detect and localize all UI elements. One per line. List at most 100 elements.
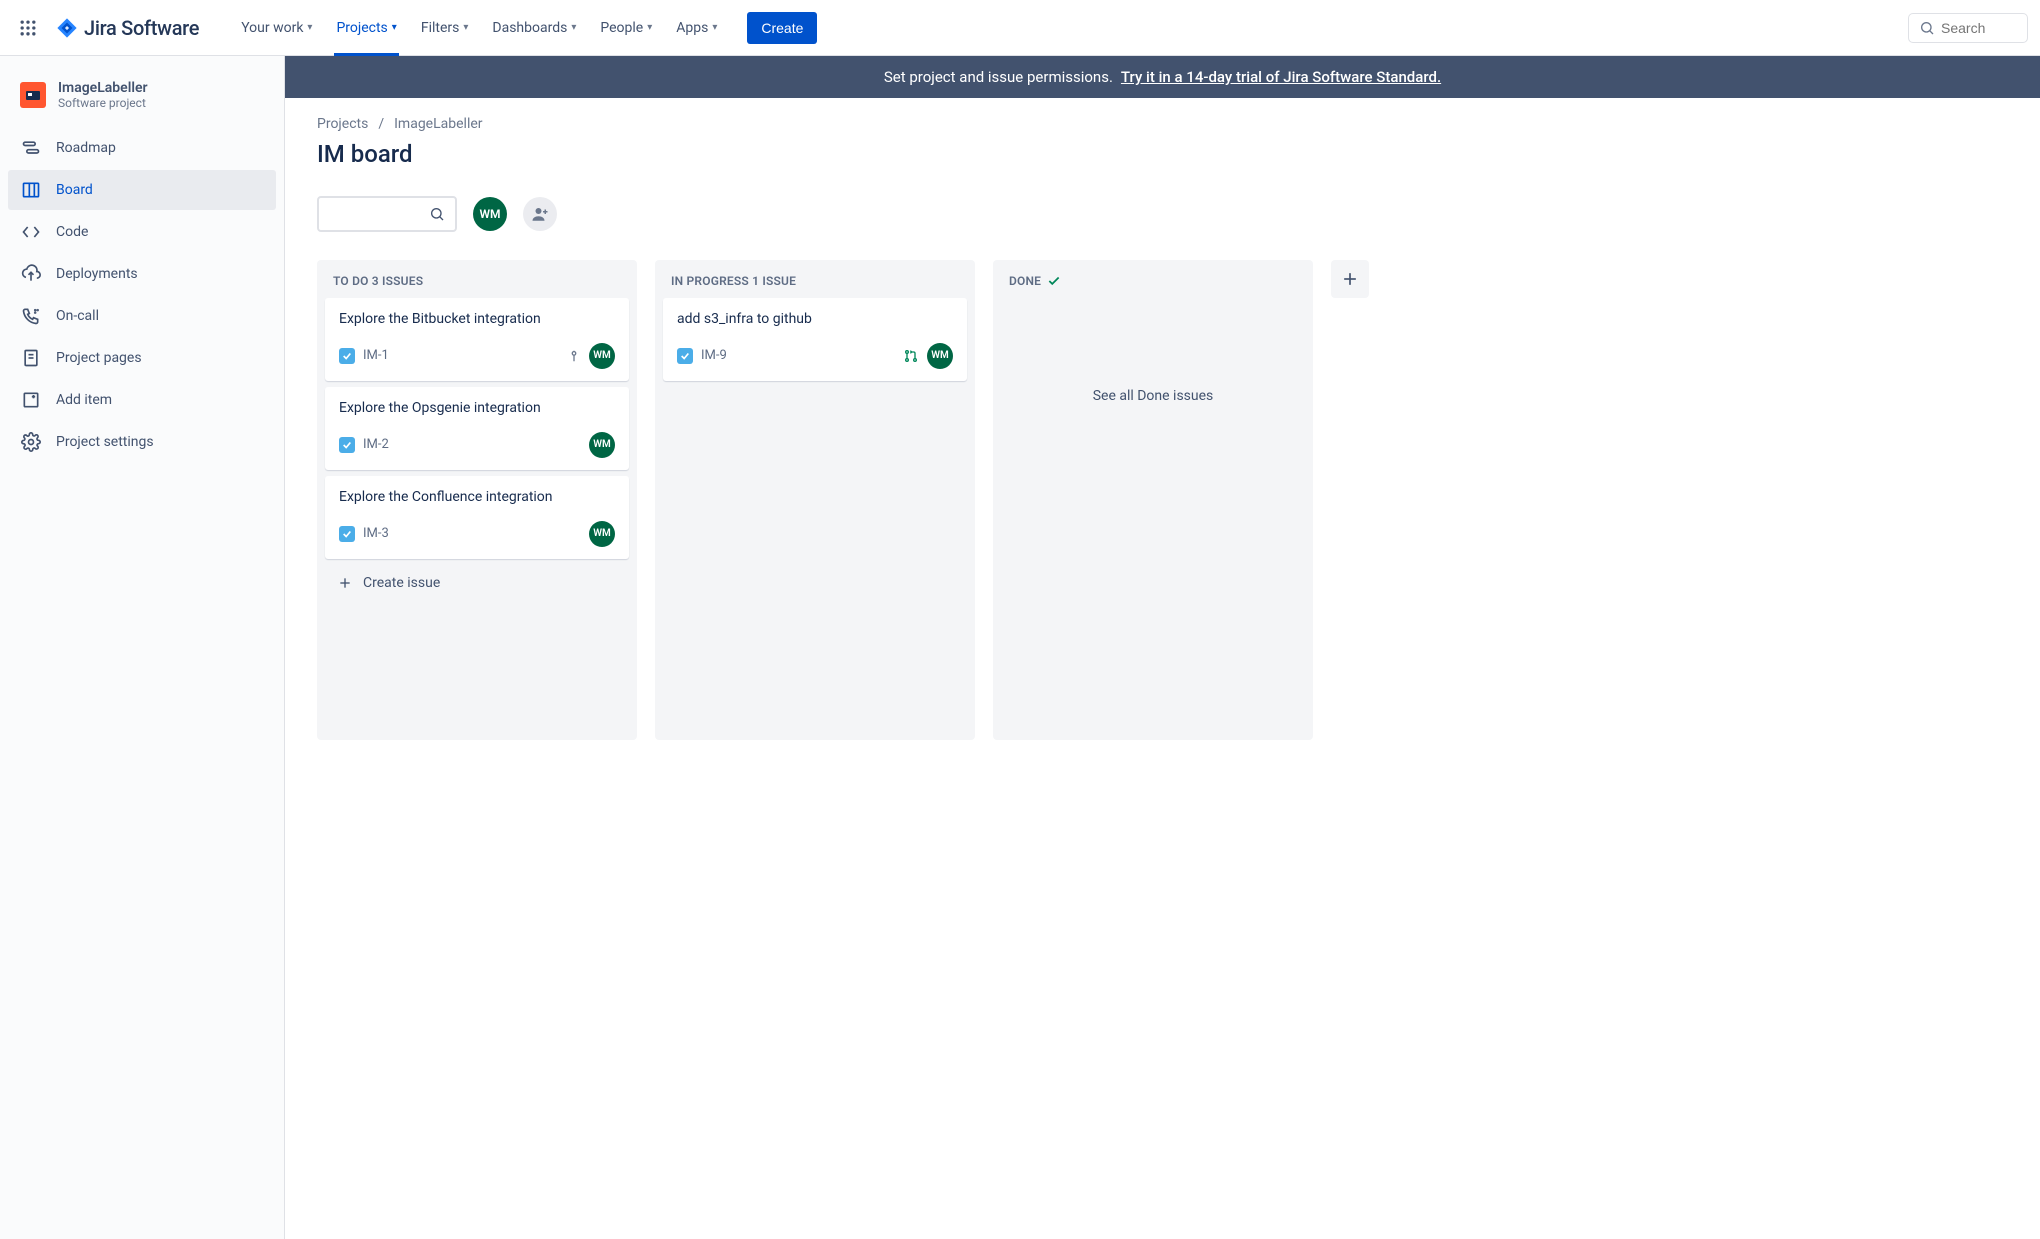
global-search[interactable]	[1908, 13, 2028, 43]
nav-label: Your work	[241, 20, 303, 36]
page-icon	[20, 348, 42, 368]
sidebar-item-label: Project settings	[56, 434, 154, 450]
search-icon	[429, 206, 445, 222]
column-header[interactable]: TO DO 3 ISSUES	[325, 274, 629, 298]
board-search[interactable]	[317, 196, 457, 232]
card-right: WM	[589, 521, 615, 547]
card-key: IM-3	[339, 526, 389, 542]
nav-people[interactable]: People▾	[588, 0, 664, 56]
add-item-icon	[20, 390, 42, 410]
card-title: add s3_infra to github	[677, 310, 953, 329]
sidebar-item-board[interactable]: Board	[8, 170, 276, 210]
chevron-down-icon: ▾	[463, 22, 468, 33]
sidebar-item-project-pages[interactable]: Project pages	[8, 338, 276, 378]
sidebar-item-project-settings[interactable]: Project settings	[8, 422, 276, 462]
task-type-icon	[677, 348, 693, 364]
sidebar-item-label: Deployments	[56, 266, 138, 282]
nav-label: Projects	[336, 20, 387, 36]
issue-card[interactable]: Explore the Opsgenie integration IM-2 WM	[325, 387, 629, 470]
plus-icon	[337, 575, 353, 591]
project-avatar-icon	[25, 89, 41, 101]
app-switcher-button[interactable]	[12, 12, 44, 44]
breadcrumb: Projects / ImageLabeller	[317, 116, 2040, 132]
column-header[interactable]: DONE	[1001, 274, 1305, 298]
topnav-left: Jira Software Your work▾ Projects▾ Filte…	[12, 0, 817, 56]
phone-icon	[20, 306, 42, 326]
sidebar-item-label: Code	[56, 224, 88, 240]
chevron-down-icon: ▾	[647, 22, 652, 33]
issue-card[interactable]: Explore the Confluence integration IM-3 …	[325, 476, 629, 559]
create-button[interactable]: Create	[747, 12, 817, 44]
issue-key: IM-2	[363, 437, 389, 452]
banner-text: Set project and issue permissions.	[884, 68, 1113, 86]
card-title: Explore the Opsgenie integration	[339, 399, 615, 418]
breadcrumb-separator: /	[378, 116, 384, 132]
card-footer: IM-3 WM	[339, 521, 615, 547]
column-todo: TO DO 3 ISSUES Explore the Bitbucket int…	[317, 260, 637, 740]
nav-label: Dashboards	[492, 20, 567, 36]
nav-your-work[interactable]: Your work ▾	[229, 0, 324, 56]
issue-key: IM-9	[701, 348, 727, 363]
chevron-down-icon: ▾	[307, 22, 312, 33]
upgrade-banner: Set project and issue permissions. Try i…	[285, 56, 2040, 98]
sidebar-item-code[interactable]: Code	[8, 212, 276, 252]
search-input[interactable]	[1941, 20, 2017, 36]
code-icon	[20, 222, 42, 242]
project-meta: ImageLabeller Software project	[58, 80, 148, 110]
chevron-down-icon: ▾	[571, 22, 576, 33]
sidebar-item-label: On-call	[56, 308, 99, 324]
nav-projects[interactable]: Projects▾	[324, 0, 408, 56]
assignee-avatar[interactable]: WM	[589, 432, 615, 458]
banner-link[interactable]: Try it in a 14-day trial of Jira Softwar…	[1121, 68, 1441, 86]
column-done: DONE See all Done issues	[993, 260, 1313, 740]
add-people-button[interactable]	[523, 197, 557, 231]
jira-logo[interactable]: Jira Software	[48, 16, 207, 40]
column-header-text: DONE	[1009, 274, 1041, 288]
card-key: IM-9	[677, 348, 727, 364]
create-issue-button[interactable]: Create issue	[325, 565, 629, 601]
sidebar-item-label: Roadmap	[56, 140, 116, 156]
see-all-done-link[interactable]: See all Done issues	[1001, 388, 1305, 404]
project-avatar	[20, 82, 46, 108]
assignee-filter-avatar[interactable]: WM	[473, 197, 507, 231]
card-right: WM	[903, 343, 953, 369]
assignee-avatar[interactable]: WM	[589, 521, 615, 547]
issue-key: IM-1	[363, 348, 389, 363]
kanban-board: TO DO 3 ISSUES Explore the Bitbucket int…	[317, 260, 2040, 740]
sidebar-item-add-item[interactable]: Add item	[8, 380, 276, 420]
project-header[interactable]: ImageLabeller Software project	[8, 76, 276, 128]
issue-card[interactable]: add s3_infra to github IM-9 WM	[663, 298, 967, 381]
sidebar-items: Roadmap Board Code Deployments On-call P…	[8, 128, 276, 462]
gear-icon	[20, 432, 42, 452]
assignee-avatar[interactable]: WM	[589, 343, 615, 369]
task-type-icon	[339, 437, 355, 453]
top-navigation: Jira Software Your work▾ Projects▾ Filte…	[0, 0, 2040, 56]
nav-apps[interactable]: Apps▾	[664, 0, 729, 56]
column-header[interactable]: IN PROGRESS 1 ISSUE	[663, 274, 967, 298]
breadcrumb-root[interactable]: Projects	[317, 116, 368, 132]
add-column-button[interactable]	[1331, 260, 1369, 298]
nav-filters[interactable]: Filters▾	[409, 0, 481, 56]
pull-request-icon	[903, 348, 919, 364]
nav-dashboards[interactable]: Dashboards ▾	[480, 0, 588, 56]
plus-icon	[1340, 269, 1360, 289]
assignee-avatar[interactable]: WM	[927, 343, 953, 369]
sidebar: ImageLabeller Software project Roadmap B…	[0, 56, 285, 1239]
card-footer: IM-1 WM	[339, 343, 615, 369]
sidebar-item-deployments[interactable]: Deployments	[8, 254, 276, 294]
priority-icon	[567, 349, 581, 363]
card-right: WM	[567, 343, 615, 369]
sidebar-item-roadmap[interactable]: Roadmap	[8, 128, 276, 168]
issue-card[interactable]: Explore the Bitbucket integration IM-1 W…	[325, 298, 629, 381]
main-content: Set project and issue permissions. Try i…	[285, 56, 2040, 1239]
card-key: IM-1	[339, 348, 389, 364]
nav-items: Your work▾ Projects▾ Filters▾ Dashboards…	[229, 0, 729, 56]
breadcrumb-current[interactable]: ImageLabeller	[394, 116, 482, 132]
roadmap-icon	[20, 138, 42, 158]
page-title: IM board	[317, 140, 2040, 168]
card-title: Explore the Confluence integration	[339, 488, 615, 507]
add-person-icon	[531, 205, 549, 223]
card-key: IM-2	[339, 437, 389, 453]
sidebar-item-oncall[interactable]: On-call	[8, 296, 276, 336]
app-switcher-icon	[18, 18, 38, 38]
